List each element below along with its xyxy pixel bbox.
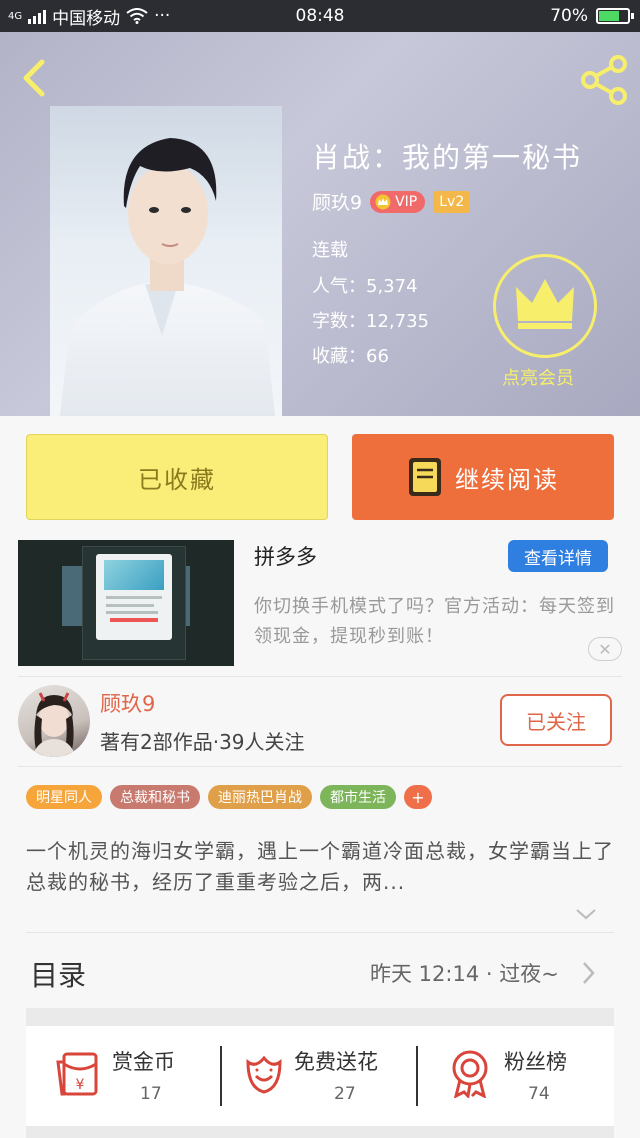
continue-reading-label: 继续阅读 <box>455 465 559 494</box>
word-count-stat: 字数：12,735 <box>312 311 429 332</box>
favorited-button[interactable]: 已收藏 <box>26 434 328 520</box>
tag[interactable]: 都市生活 <box>320 785 396 809</box>
toc-update-time[interactable]: 昨天 12:14 · 过夜~ <box>370 958 559 988</box>
reward-bar: ¥ 赏金币 17 免费送花 27 粉丝榜 74 <box>26 1026 614 1126</box>
free-flower-label: 免费送花 <box>294 1050 378 1074</box>
popularity-stat: 人气：5,374 <box>312 276 418 297</box>
membership-label[interactable]: 点亮会员 <box>502 364 574 390</box>
divider <box>18 676 622 677</box>
chevron-down-icon[interactable] <box>574 906 598 922</box>
favorites-stat: 收藏：66 <box>312 346 389 367</box>
svg-text:¥: ¥ <box>76 1077 85 1093</box>
favorited-label: 已收藏 <box>138 465 216 494</box>
author-name[interactable]: 顾玖9 <box>312 188 362 215</box>
crown-icon <box>516 279 574 329</box>
crown-icon <box>375 194 391 209</box>
share-button[interactable] <box>578 54 632 106</box>
carrier-network-label: 4G <box>8 10 23 22</box>
tag[interactable]: 总裁和秘书 <box>110 785 200 809</box>
chevron-left-icon <box>23 59 45 97</box>
share-icon <box>581 55 627 105</box>
toc-title[interactable]: 目录 <box>30 954 86 994</box>
carrier-name: 中国移动 <box>52 8 121 29</box>
battery-icon <box>596 8 634 24</box>
ad-close-button[interactable]: ✕ <box>588 637 622 661</box>
more-indicator: ··· <box>154 6 171 26</box>
reward-coins-count: 17 <box>140 1084 162 1104</box>
ad-card <box>96 554 172 640</box>
ad-description: 你切换手机模式了吗？官方活动：每天签到领现金，提现秒到账！ <box>254 596 615 647</box>
author-card-stats: 著有2部作品·39人关注 <box>100 730 305 754</box>
synopsis-text[interactable]: 一个机灵的海归女学霸，遇上一个霸道冷面总裁，女学霸当上了总裁的秘书，经历了重重考… <box>26 836 616 898</box>
author-card-name[interactable]: 顾玖9 <box>100 688 155 718</box>
ad-image[interactable] <box>18 540 234 666</box>
membership-button[interactable] <box>493 254 597 358</box>
status-bar: 4G 中国移动 ··· 08:48 70% <box>0 0 640 32</box>
serial-status: 连载 <box>312 240 348 261</box>
free-flower-item[interactable]: 免费送花 27 <box>222 1026 418 1126</box>
book-header: 肖战：我的第一秘书 顾玖9 VIP Lv2 连载 人气：5,374 字数：12,… <box>0 32 640 416</box>
fan-ranking-label: 粉丝榜 <box>504 1050 567 1074</box>
vip-label: VIP <box>395 193 418 210</box>
tag-list: 明星同人 总裁和秘书 迪丽热巴肖战 都市生活 + <box>26 785 432 809</box>
divider <box>26 932 614 933</box>
free-flower-count: 27 <box>334 1084 356 1104</box>
book-cover[interactable] <box>50 106 282 416</box>
avatar-image <box>32 692 76 757</box>
ad-title: 拼多多 <box>254 545 317 569</box>
ad-detail-button[interactable]: 查看详情 <box>508 540 608 572</box>
red-envelope-icon: ¥ <box>56 1052 98 1096</box>
fan-ranking-count: 74 <box>528 1084 550 1104</box>
ad-image-decoration <box>62 566 84 626</box>
continue-reading-button[interactable]: 继续阅读 <box>352 434 614 520</box>
vip-badge: VIP <box>370 190 426 213</box>
medal-icon <box>452 1050 488 1098</box>
divider <box>18 766 622 767</box>
fan-ranking-item[interactable]: 粉丝榜 74 <box>418 1026 614 1126</box>
flower-icon <box>246 1055 282 1094</box>
book-title: 肖战：我的第一秘书 <box>312 141 583 174</box>
book-icon <box>409 458 441 496</box>
tag[interactable]: 迪丽热巴肖战 <box>208 785 312 809</box>
section-separator <box>26 1008 614 1026</box>
back-button[interactable] <box>14 54 58 102</box>
reward-coins-label: 赏金币 <box>112 1050 175 1074</box>
level-badge: Lv2 <box>433 190 471 213</box>
wifi-icon <box>126 8 148 24</box>
author-row: 顾玖9 VIP Lv2 <box>312 188 471 215</box>
cover-portrait-image <box>60 138 275 416</box>
section-separator <box>26 1126 614 1138</box>
follow-button[interactable]: 已关注 <box>500 694 612 746</box>
add-tag-button[interactable]: + <box>404 785 432 809</box>
signal-icon <box>28 8 47 24</box>
close-icon: ✕ <box>598 639 612 659</box>
chevron-right-icon[interactable] <box>580 960 596 986</box>
tag[interactable]: 明星同人 <box>26 785 102 809</box>
reward-coins-item[interactable]: ¥ 赏金币 17 <box>26 1026 222 1126</box>
battery-percent: 70% <box>550 6 588 26</box>
avatar[interactable] <box>18 685 90 757</box>
